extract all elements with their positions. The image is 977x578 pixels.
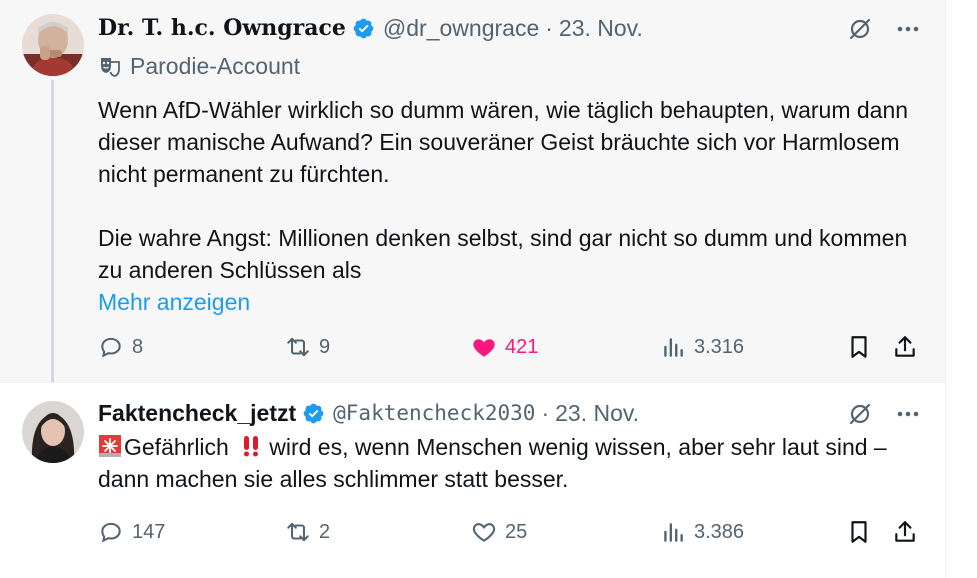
reply-button[interactable]: 147 bbox=[98, 517, 165, 547]
tweet-paragraph: Die wahre Angst: Millionen denken selbst… bbox=[98, 225, 908, 283]
tweet-faktencheck[interactable]: Faktencheck_jetzt @Faktencheck2030 · 23.… bbox=[0, 382, 945, 578]
user-handle[interactable]: @dr_owngrace bbox=[383, 15, 539, 42]
avatar[interactable] bbox=[22, 401, 84, 463]
more-dots-icon[interactable] bbox=[895, 16, 921, 42]
heart-icon bbox=[471, 519, 497, 545]
parody-account-label: Parodie-Account bbox=[98, 52, 921, 80]
retweet-icon bbox=[285, 519, 311, 545]
views-button[interactable]: 3.316 bbox=[660, 332, 744, 362]
bookmark-icon bbox=[846, 334, 872, 360]
views-count: 3.386 bbox=[694, 520, 745, 543]
tweet-content: Faktencheck_jetzt @Faktencheck2030 · 23.… bbox=[98, 399, 921, 495]
share-button[interactable] bbox=[892, 517, 918, 547]
tweet-actions: 8 9 421 3.316 bbox=[98, 332, 921, 362]
siren-emoji-icon bbox=[98, 434, 122, 458]
parody-label-text: Parodie-Account bbox=[130, 52, 301, 79]
reply-icon bbox=[98, 519, 124, 545]
views-count: 3.316 bbox=[694, 335, 745, 358]
tweet-text: Gefährlich wird es, wenn Menschen wenig … bbox=[98, 431, 921, 495]
verified-badge-icon[interactable] bbox=[352, 17, 375, 40]
tweet-paragraph: Wenn AfD-Wähler wirklich so dumm wären, … bbox=[98, 97, 909, 187]
show-more-link[interactable]: Mehr anzeigen bbox=[98, 286, 921, 318]
like-button[interactable]: 25 bbox=[471, 517, 527, 547]
bookmark-icon bbox=[846, 519, 872, 545]
share-button[interactable] bbox=[892, 332, 918, 362]
reply-button[interactable]: 8 bbox=[98, 332, 143, 362]
views-button[interactable]: 3.386 bbox=[660, 517, 744, 547]
retweet-icon bbox=[285, 334, 311, 360]
tweet-actions: 147 2 25 3.386 bbox=[98, 517, 921, 547]
views-icon bbox=[660, 334, 686, 360]
verified-badge-icon[interactable] bbox=[302, 402, 325, 425]
tweet-header-actions bbox=[847, 16, 921, 42]
tweet-header-actions bbox=[847, 401, 921, 427]
share-icon bbox=[892, 519, 918, 545]
like-count: 25 bbox=[505, 520, 528, 543]
reply-count: 147 bbox=[132, 520, 166, 543]
bookmark-button[interactable] bbox=[846, 332, 872, 362]
like-button[interactable]: 421 bbox=[471, 332, 538, 362]
tweet-text: Wenn AfD-Wähler wirklich so dumm wären, … bbox=[98, 94, 921, 286]
bookmark-button[interactable] bbox=[846, 517, 872, 547]
user-handle[interactable]: @Faktencheck2030 bbox=[333, 401, 535, 425]
retweet-button[interactable]: 9 bbox=[285, 332, 330, 362]
more-dots-icon[interactable] bbox=[895, 401, 921, 427]
thread-line bbox=[51, 80, 54, 382]
tweet-date[interactable]: 23. Nov. bbox=[555, 400, 639, 427]
tweet-owngrace[interactable]: Dr. T. h.c. Owngrace @dr_owngrace · 23. … bbox=[0, 0, 945, 382]
display-name[interactable]: Faktencheck_jetzt bbox=[98, 400, 296, 427]
parody-mask-icon bbox=[98, 54, 122, 78]
display-name[interactable]: Dr. T. h.c. Owngrace bbox=[98, 15, 346, 41]
tweet-header: Dr. T. h.c. Owngrace @dr_owngrace · 23. … bbox=[98, 14, 921, 42]
share-icon bbox=[892, 334, 918, 360]
grok-icon[interactable] bbox=[847, 16, 873, 42]
separator-dot: · bbox=[545, 14, 553, 41]
views-icon bbox=[660, 519, 686, 545]
reply-count: 8 bbox=[132, 335, 144, 358]
tweet-text-start: Gefährlich bbox=[124, 434, 229, 460]
reply-icon bbox=[98, 334, 124, 360]
retweet-button[interactable]: 2 bbox=[285, 517, 330, 547]
retweet-count: 2 bbox=[319, 520, 331, 543]
heart-icon bbox=[471, 334, 497, 360]
grok-icon[interactable] bbox=[847, 401, 873, 427]
double-exclamation-emoji-icon bbox=[239, 434, 263, 458]
timeline: Dr. T. h.c. Owngrace @dr_owngrace · 23. … bbox=[0, 0, 946, 578]
avatar[interactable] bbox=[22, 14, 84, 76]
separator-dot: · bbox=[541, 399, 550, 426]
tweet-date[interactable]: 23. Nov. bbox=[559, 15, 643, 42]
tweet-header: Faktencheck_jetzt @Faktencheck2030 · 23.… bbox=[98, 399, 921, 427]
tweet-content: Dr. T. h.c. Owngrace @dr_owngrace · 23. … bbox=[98, 14, 921, 318]
retweet-count: 9 bbox=[319, 335, 331, 358]
like-count: 421 bbox=[505, 335, 539, 358]
